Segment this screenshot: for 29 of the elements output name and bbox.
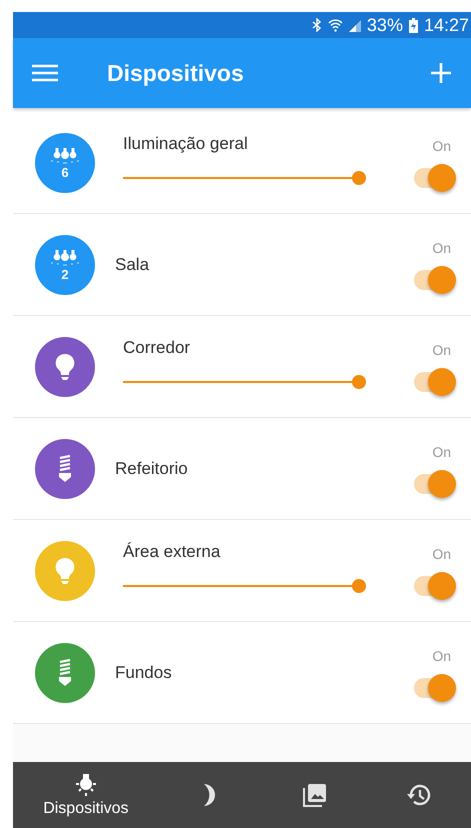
- bulb-group-icon: 2: [35, 234, 95, 294]
- add-icon[interactable]: [431, 63, 451, 83]
- history-icon: [406, 783, 432, 807]
- photo-gallery-icon: [302, 782, 328, 808]
- battery-percent: 33%: [366, 14, 403, 36]
- device-name: Sala: [115, 254, 150, 274]
- device-name: Área externa: [123, 542, 222, 562]
- light-bulb-icon: [74, 772, 98, 796]
- clock-time: 14:27: [424, 14, 469, 36]
- signal-icon: [348, 18, 361, 32]
- state-label: On: [432, 648, 451, 664]
- wifi-icon: [328, 18, 343, 32]
- menu-icon[interactable]: [32, 64, 58, 82]
- device-name: Iluminação geral: [123, 134, 249, 154]
- device-name: Fundos: [115, 662, 173, 682]
- state-label: On: [432, 240, 451, 256]
- bluetooth-icon: [312, 18, 322, 32]
- state-label: On: [432, 546, 451, 562]
- battery-charging-icon: [408, 18, 418, 32]
- device-name: Corredor: [123, 338, 192, 358]
- state-label: On: [432, 444, 451, 460]
- brightness-slider[interactable]: [123, 579, 366, 593]
- brightness-slider[interactable]: [123, 171, 366, 185]
- bulb-group-icon: 6: [35, 132, 95, 192]
- device-name: Refeitorio: [115, 458, 189, 478]
- state-label: On: [432, 342, 451, 358]
- state-label: On: [432, 138, 451, 154]
- screen-title: Dispositivos: [107, 60, 245, 86]
- brightness-slider[interactable]: [123, 375, 366, 389]
